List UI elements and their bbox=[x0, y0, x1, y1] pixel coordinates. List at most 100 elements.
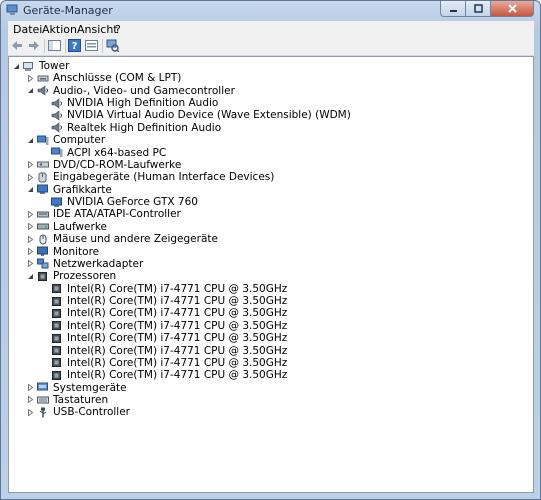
tree-category-item[interactable]: Audio-, Video- und Gamecontroller bbox=[26, 85, 235, 97]
tree-category-item[interactable]: IDE ATA/ATAPI-Controller bbox=[26, 208, 181, 220]
tree-category-item[interactable]: Tower bbox=[12, 60, 69, 72]
tree-device-item[interactable]: NVIDIA Virtual Audio Device (Wave Extens… bbox=[40, 109, 351, 121]
tree-device-item[interactable]: Intel(R) Core(TM) i7-4771 CPU @ 3.50GHz bbox=[40, 307, 287, 319]
tree-device-item[interactable]: NVIDIA GeForce GTX 760 bbox=[40, 196, 198, 208]
drive-icon bbox=[37, 221, 49, 232]
tree-category-item[interactable]: USB-Controller bbox=[26, 406, 130, 418]
toolbar: ? bbox=[8, 37, 534, 56]
tree-item-label: NVIDIA High Definition Audio bbox=[67, 97, 219, 110]
tree-device-item[interactable]: Intel(R) Core(TM) i7-4771 CPU @ 3.50GHz bbox=[40, 295, 287, 307]
tree-item-label: NVIDIA Virtual Audio Device (Wave Extens… bbox=[67, 109, 351, 122]
processor-icon bbox=[51, 296, 63, 307]
speaker-icon bbox=[51, 110, 63, 121]
expand-arrow-right-icon[interactable] bbox=[26, 384, 34, 392]
expand-arrow-down-icon[interactable] bbox=[12, 62, 20, 70]
tree-category-item[interactable]: Tastaturen bbox=[26, 394, 108, 406]
tree-item-label: Laufwerke bbox=[53, 220, 107, 233]
svg-text:?: ? bbox=[72, 41, 78, 52]
toolbar-separator bbox=[102, 39, 103, 53]
monitor-pc-icon bbox=[37, 135, 49, 146]
ide-controller-icon bbox=[37, 209, 49, 220]
tree-item-label: Tower bbox=[39, 60, 70, 72]
expand-arrow-right-icon[interactable] bbox=[26, 248, 34, 256]
tree-device-item[interactable]: Intel(R) Core(TM) i7-4771 CPU @ 3.50GHz bbox=[40, 283, 287, 295]
back-arrow-icon[interactable] bbox=[11, 39, 24, 52]
tree-category-item[interactable]: Laufwerke bbox=[26, 221, 107, 233]
expand-arrow-down-icon[interactable] bbox=[26, 136, 34, 144]
menu-help[interactable]: ? bbox=[115, 23, 121, 36]
tree-item-label: Intel(R) Core(TM) i7-4771 CPU @ 3.50GHz bbox=[67, 282, 288, 295]
tree-device-item[interactable]: Intel(R) Core(TM) i7-4771 CPU @ 3.50GHz bbox=[40, 320, 287, 332]
tree-device-item[interactable]: Intel(R) Core(TM) i7-4771 CPU @ 3.50GHz bbox=[40, 369, 287, 381]
tree-category-item[interactable]: Eingabegeräte (Human Interface Devices) bbox=[26, 171, 274, 183]
expand-arrow-right-icon[interactable] bbox=[26, 210, 34, 218]
disc-drive-icon bbox=[37, 159, 49, 170]
tree-item-label: Intel(R) Core(TM) i7-4771 CPU @ 3.50GHz bbox=[67, 295, 288, 308]
close-button[interactable] bbox=[491, 1, 534, 17]
menu-datei[interactable]: Datei bbox=[13, 23, 42, 36]
expand-arrow-down-icon[interactable] bbox=[26, 186, 34, 194]
tree-category-item[interactable]: Systemgeräte bbox=[26, 382, 127, 394]
help-icon[interactable]: ? bbox=[68, 39, 81, 52]
tree-device-item[interactable]: Intel(R) Core(TM) i7-4771 CPU @ 3.50GHz bbox=[40, 332, 287, 344]
expand-arrow-right-icon[interactable] bbox=[26, 235, 34, 243]
tree-item-label: Anschlüsse (COM & LPT) bbox=[53, 72, 182, 85]
tree-category-item[interactable]: Monitore bbox=[26, 246, 99, 258]
port-icon bbox=[37, 73, 49, 84]
tree-item-label: Monitore bbox=[53, 245, 100, 258]
tree-category-item[interactable]: Anschlüsse (COM & LPT) bbox=[26, 72, 181, 84]
toolbar-separator bbox=[65, 39, 66, 53]
tree-category-item[interactable]: Prozessoren bbox=[26, 270, 116, 282]
properties-icon[interactable] bbox=[85, 39, 98, 52]
processor-icon bbox=[51, 357, 63, 368]
expand-arrow-right-icon[interactable] bbox=[26, 74, 34, 82]
device-tree[interactable]: Tower Anschlüsse (COM & LPT) Audio-, Video… bbox=[8, 56, 534, 493]
system-devices-icon bbox=[37, 382, 49, 393]
tree-item-label: Realtek High Definition Audio bbox=[67, 121, 222, 134]
expand-arrow-down-icon[interactable] bbox=[26, 87, 34, 95]
tree-category-item[interactable]: Netzwerkadapter bbox=[26, 258, 143, 270]
tree-item-label: Eingabegeräte (Human Interface Devices) bbox=[53, 171, 275, 184]
tree-item-label: USB-Controller bbox=[53, 406, 130, 419]
show-hide-console-tree-icon[interactable] bbox=[48, 39, 61, 52]
expand-arrow-right-icon[interactable] bbox=[26, 161, 34, 169]
tree-device-item[interactable]: Intel(R) Core(TM) i7-4771 CPU @ 3.50GHz bbox=[40, 357, 287, 369]
tree-category-item[interactable]: DVD/CD-ROM-Laufwerke bbox=[26, 159, 181, 171]
tree-item-label: Intel(R) Core(TM) i7-4771 CPU @ 3.50GHz bbox=[67, 319, 288, 332]
expand-arrow-right-icon[interactable] bbox=[26, 396, 34, 404]
display-adapter-icon bbox=[51, 197, 63, 208]
menu-aktion[interactable]: Aktion bbox=[42, 23, 77, 36]
close-icon bbox=[507, 4, 517, 13]
hid-icon bbox=[37, 172, 49, 183]
network-icon bbox=[37, 258, 49, 269]
expand-arrow-right-icon[interactable] bbox=[26, 260, 34, 268]
tree-device-item[interactable]: Realtek High Definition Audio bbox=[40, 122, 221, 134]
tree-item-label: Intel(R) Core(TM) i7-4771 CPU @ 3.50GHz bbox=[67, 332, 288, 345]
menu-ansicht[interactable]: Ansicht bbox=[77, 23, 118, 36]
tree-item-label: Intel(R) Core(TM) i7-4771 CPU @ 3.50GHz bbox=[67, 356, 288, 369]
tree-category-item[interactable]: Grafikkarte bbox=[26, 184, 112, 196]
usb-icon bbox=[37, 407, 49, 418]
tree-device-item[interactable]: NVIDIA High Definition Audio bbox=[40, 97, 218, 109]
expand-arrow-right-icon[interactable] bbox=[26, 408, 34, 416]
expand-arrow-right-icon[interactable] bbox=[26, 173, 34, 181]
maximize-button[interactable] bbox=[466, 1, 491, 17]
computer-icon bbox=[23, 61, 35, 72]
tree-device-item[interactable]: ACPI x64-based PC bbox=[40, 147, 166, 159]
tree-category-item[interactable]: Computer bbox=[26, 134, 105, 146]
minimize-button[interactable] bbox=[440, 1, 466, 17]
speaker-icon bbox=[51, 122, 63, 133]
expand-arrow-right-icon[interactable] bbox=[26, 223, 34, 231]
scan-hardware-icon[interactable] bbox=[106, 39, 119, 52]
monitor-pc-icon bbox=[51, 147, 63, 158]
expand-arrow-down-icon[interactable] bbox=[26, 272, 34, 280]
menu-bar: Datei Aktion Ansicht ? bbox=[8, 21, 534, 37]
tree-category-item[interactable]: Mäuse und andere Zeigegeräte bbox=[26, 233, 218, 245]
tree-device-item[interactable]: Intel(R) Core(TM) i7-4771 CPU @ 3.50GHz bbox=[40, 345, 287, 357]
forward-arrow-icon[interactable] bbox=[27, 39, 40, 52]
